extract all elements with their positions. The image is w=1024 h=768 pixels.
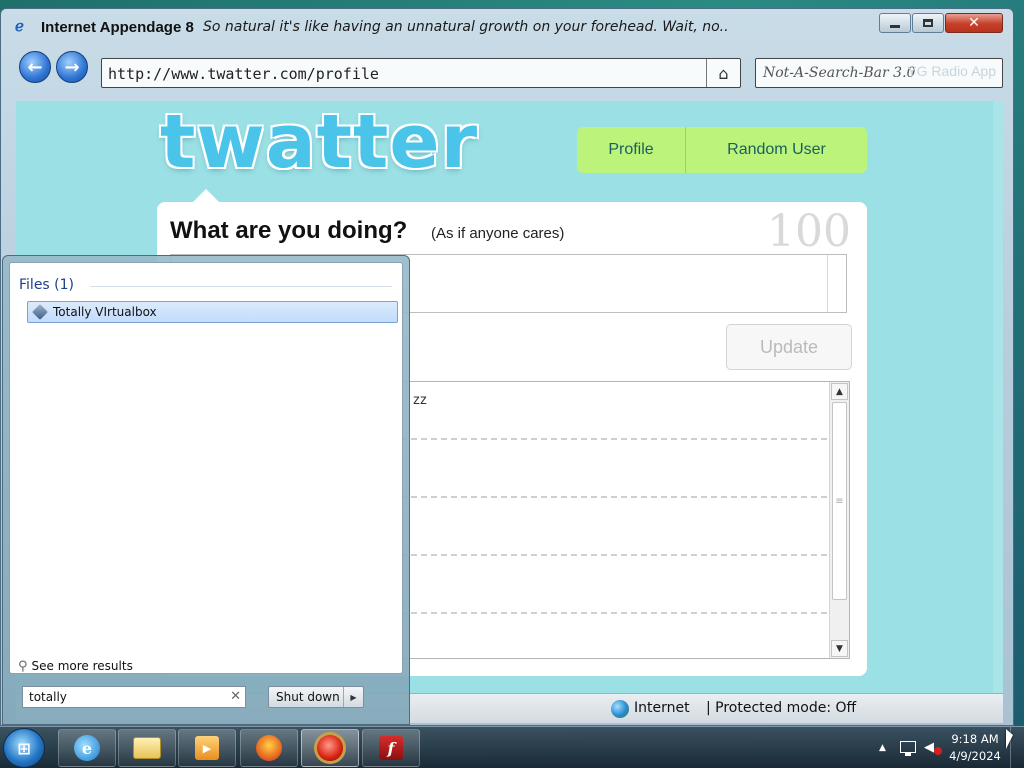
textarea-scrollbar[interactable] <box>827 255 828 312</box>
firefox-icon <box>256 735 282 761</box>
page-scrollbar[interactable] <box>993 101 1003 693</box>
see-more-results-link[interactable]: ⚲ See more results <box>18 659 133 674</box>
tray-expand-icon[interactable]: ▲ <box>879 743 886 753</box>
search-bar[interactable]: Not-A-Search-Bar 3.0 YG Radio App <box>755 58 1003 88</box>
back-arrow-icon: ← <box>27 56 43 78</box>
media-player-icon: ▶ <box>195 736 219 760</box>
shutdown-label: Shut down <box>276 690 340 704</box>
address-bar[interactable]: http://www.twatter.com/profile ⌂ <box>101 58 741 88</box>
red-orb-icon <box>317 735 343 761</box>
maximize-button[interactable] <box>912 13 944 33</box>
nav-profile[interactable]: Profile <box>577 127 686 173</box>
clock-date: 4/9/2024 <box>949 749 1001 763</box>
volume-icon[interactable]: ◀ <box>924 740 934 755</box>
start-search-input[interactable]: totally ✕ <box>22 686 246 708</box>
taskbar-firefox-button[interactable] <box>240 729 298 767</box>
card-notch <box>192 189 220 203</box>
search-result-item[interactable]: Totally VIrtualbox <box>27 301 398 323</box>
taskbar-ie-button[interactable]: e <box>58 729 116 767</box>
folder-icon <box>133 737 161 759</box>
system-clock[interactable]: 9:18 AM 4/9/2024 <box>947 731 1003 765</box>
address-url[interactable]: http://www.twatter.com/profile <box>108 65 379 83</box>
taskbar-explorer-button[interactable] <box>118 729 176 767</box>
title-bar[interactable]: ℯ Internet Appendage 8 So natural it's l… <box>1 9 1013 41</box>
shutdown-button[interactable]: Shut down ▶ <box>268 686 364 708</box>
window-controls: ✕ <box>878 13 1003 35</box>
muted-indicator-icon <box>934 747 942 755</box>
prompt-subtitle: (As if anyone cares) <box>431 225 565 242</box>
protected-mode-status[interactable]: | Protected mode: Off <box>706 700 856 716</box>
home-button[interactable]: ⌂ <box>706 59 740 87</box>
search-placeholder[interactable]: Not-A-Search-Bar 3.0 <box>763 65 915 81</box>
group-divider <box>90 286 392 287</box>
close-icon: ✕ <box>968 15 980 31</box>
scroll-down-arrow-icon[interactable]: ▼ <box>831 640 848 657</box>
site-logo[interactable]: twatter <box>160 105 478 179</box>
taskbar-flash-button[interactable]: f <box>362 729 420 767</box>
globe-icon <box>611 700 629 718</box>
character-count: 100 <box>767 206 851 257</box>
home-icon: ⌂ <box>718 63 729 83</box>
taskbar-media-button[interactable]: ▶ <box>178 729 236 767</box>
site-nav: Profile Random User <box>577 127 867 173</box>
see-more-label: See more results <box>31 659 133 673</box>
files-group-header[interactable]: Files (1) <box>19 277 74 293</box>
forward-arrow-icon: → <box>64 56 80 78</box>
forward-button[interactable]: → <box>56 51 88 83</box>
radio-app-label: YG Radio App <box>907 63 996 79</box>
search-result-label: Totally VIrtualbox <box>53 305 157 319</box>
minimize-icon <box>890 24 900 28</box>
scroll-thumb[interactable]: ≡ <box>832 402 847 600</box>
mouse-pointer-icon <box>1006 729 1013 749</box>
back-button[interactable]: ← <box>19 51 51 83</box>
update-button[interactable]: Update <box>726 324 852 370</box>
flash-icon: f <box>379 736 403 760</box>
prompt-heading: What are you doing? <box>170 217 408 244</box>
start-menu: Files (1) Totally VIrtualbox ⚲ See more r… <box>2 255 410 725</box>
timeline-scrollbar[interactable]: ▲ ≡ ▼ <box>829 382 849 658</box>
shutdown-options-arrow-icon[interactable]: ▶ <box>343 687 363 707</box>
window-title: Internet Appendage 8 <box>41 19 194 36</box>
start-search-value[interactable]: totally <box>29 690 67 704</box>
virtualbox-icon <box>32 304 48 320</box>
network-icon[interactable] <box>900 741 916 756</box>
start-button[interactable]: ⊞ <box>3 728 45 768</box>
minimize-button[interactable] <box>879 13 911 33</box>
windows-logo-icon: ⊞ <box>17 738 31 758</box>
scroll-up-arrow-icon[interactable]: ▲ <box>831 383 848 400</box>
taskbar: ⊞ e ▶ f ▲ ◀ 9:18 AM 4/9/2024 <box>0 726 1024 768</box>
security-zone[interactable]: Internet <box>634 700 690 716</box>
close-button[interactable]: ✕ <box>945 13 1003 33</box>
browser-logo-icon: ℯ <box>15 17 24 35</box>
internet-explorer-icon: e <box>74 735 100 761</box>
nav-random-user[interactable]: Random User <box>686 127 867 173</box>
taskbar-browser-button[interactable] <box>301 729 359 767</box>
window-tagline: So natural it's like having an unnatural… <box>203 19 729 35</box>
maximize-icon <box>923 19 933 27</box>
clear-search-icon[interactable]: ✕ <box>230 689 241 704</box>
search-results-panel: Files (1) Totally VIrtualbox ⚲ See more r… <box>9 262 403 674</box>
clock-time: 9:18 AM <box>951 732 999 746</box>
timeline-item-text: zz <box>413 391 427 407</box>
search-icon: ⚲ <box>18 659 28 674</box>
